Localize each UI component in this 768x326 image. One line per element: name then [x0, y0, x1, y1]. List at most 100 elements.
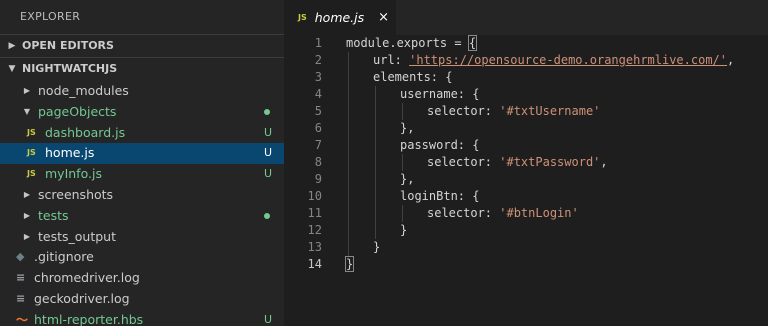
tree-item-screenshots[interactable]: ▶ screenshots: [0, 185, 284, 206]
tree-item-pageobjects[interactable]: ▼ pageObjects: [0, 102, 284, 123]
code-token: selector:: [427, 104, 500, 118]
line-number: 2: [314, 53, 322, 67]
code-token: selector:: [427, 206, 500, 220]
code-line: 14 }: [284, 256, 768, 273]
tree-item-label: .gitignore: [34, 249, 94, 265]
git-status-badge: U: [263, 125, 272, 139]
code-text: selector: '#btnLogin': [346, 205, 579, 222]
modified-dot-icon: [264, 212, 270, 219]
tree-item-tests[interactable]: ▶ tests: [0, 206, 284, 227]
code-line: 3 elements: {: [284, 69, 768, 86]
project-section[interactable]: ▼ NIGHTWATCHJS: [0, 57, 284, 80]
open-editors-section[interactable]: ▶ OPEN EDITORS: [0, 34, 284, 57]
code-token: selector:: [427, 155, 500, 169]
chevron-right-icon: ▶: [23, 210, 31, 220]
code-text: password: {: [346, 137, 479, 154]
code-text: elements: {: [346, 69, 452, 86]
tab-bar: JS home.js ×: [284, 0, 768, 35]
line-number: 14: [307, 257, 322, 271]
line-number: 6: [314, 121, 322, 135]
line-number: 3: [314, 70, 322, 84]
chevron-down-icon: ▼: [8, 64, 16, 74]
line-number: 11: [307, 206, 322, 220]
tree-item-chromedriver-log[interactable]: ≡ chromedriver.log: [0, 268, 284, 289]
code-token: username: {: [400, 87, 480, 101]
code-line: 7 password: {: [284, 137, 768, 154]
tree-item-label: tests_output: [38, 228, 116, 244]
code-token: password: {: [400, 138, 480, 152]
code-token: ,: [600, 155, 608, 169]
chevron-right-icon: ▶: [23, 86, 31, 95]
js-file-icon: JS: [27, 148, 36, 158]
tree-item-label: dashboard.js: [45, 124, 126, 140]
code-line: 10 loginBtn: {: [284, 188, 768, 205]
tree-item-label: geckodriver.log: [34, 290, 130, 306]
tab-home-js[interactable]: JS home.js ×: [284, 0, 396, 35]
code-token: url:: [373, 53, 410, 67]
open-editors-label: OPEN EDITORS: [22, 39, 114, 52]
line-number: 8: [314, 155, 322, 169]
code-token: }: [373, 240, 381, 254]
project-label: NIGHTWATCHJS: [22, 62, 118, 75]
tree-item-gitignore[interactable]: ◆ .gitignore: [0, 247, 284, 268]
code-link[interactable]: 'https://opensource-demo.orangehrmlive.c…: [409, 53, 727, 67]
js-file-icon: JS: [27, 169, 36, 179]
git-status-badge: U: [263, 312, 272, 326]
code-text: username: {: [346, 86, 479, 103]
code-token: elements: {: [373, 70, 453, 84]
code-text: },: [346, 171, 414, 188]
modified-dot-icon: [264, 108, 270, 115]
line-number: 12: [307, 223, 322, 237]
line-number: 13: [307, 240, 322, 254]
code-token: {: [467, 35, 478, 51]
code-text: selector: '#txtUsername': [346, 103, 600, 120]
chevron-right-icon: ▶: [8, 41, 16, 51]
code-line: 13 }: [284, 239, 768, 256]
code-line: 5 selector: '#txtUsername': [284, 103, 768, 120]
code-string: '#txtPassword': [499, 155, 601, 169]
line-number: 7: [314, 138, 322, 152]
code-token: ,: [727, 53, 735, 67]
tree-item-dashboard-js[interactable]: JS dashboard.js U: [0, 123, 284, 144]
tab-label: home.js: [314, 10, 365, 25]
tree-item-tests-output[interactable]: ▶ tests_output: [0, 227, 284, 248]
tree-item-home-js[interactable]: JS home.js U: [0, 143, 284, 165]
explorer-sidebar: EXPLORER ▶ OPEN EDITORS ▼ NIGHTWATCHJS ▶…: [0, 0, 284, 326]
code-text: }: [346, 222, 407, 239]
close-icon[interactable]: ×: [378, 10, 389, 25]
code-line: 1 module.exports = {: [284, 35, 768, 52]
code-text: selector: '#txtPassword',: [346, 154, 608, 171]
code-line: 6 },: [284, 120, 768, 137]
js-file-icon: JS: [298, 13, 307, 22]
code-text: }: [344, 256, 355, 273]
tree-item-label: html-reporter.hbs: [34, 311, 144, 326]
code-token: loginBtn: {: [400, 189, 480, 203]
code-text: url: 'https://opensource-demo.orangehrml…: [346, 52, 734, 69]
tree-item-label: pageObjects: [38, 103, 117, 119]
code-text: },: [346, 120, 414, 137]
git-status-badge: U: [263, 146, 272, 160]
chevron-right-icon: ▶: [23, 189, 31, 199]
handlebars-file-icon: 〜: [16, 312, 29, 326]
code-line: 2 url: 'https://opensource-demo.orangehr…: [284, 52, 768, 69]
code-line: 11 selector: '#btnLogin': [284, 205, 768, 222]
code-text: loginBtn: {: [346, 188, 479, 205]
code-string: '#btnLogin': [499, 206, 579, 220]
line-number: 10: [307, 189, 322, 203]
log-file-icon: ≡: [16, 291, 26, 305]
code-line: 4 username: {: [284, 86, 768, 103]
log-file-icon: ≡: [16, 271, 26, 285]
tree-item-label: screenshots: [38, 186, 114, 202]
tree-item-label: home.js: [45, 145, 95, 161]
tree-item-geckodriver-log[interactable]: ≡ geckodriver.log: [0, 289, 284, 310]
tree-item-label: myInfo.js: [45, 166, 102, 182]
code-editor[interactable]: 1 module.exports = { 2 url: 'https://ope…: [284, 35, 768, 273]
code-token: },: [400, 121, 415, 135]
tree-item-myinfo-js[interactable]: JS myInfo.js U: [0, 164, 284, 185]
vscode-window: EXPLORER ▶ OPEN EDITORS ▼ NIGHTWATCHJS ▶…: [0, 0, 768, 326]
chevron-right-icon: ▶: [23, 231, 31, 241]
tree-item-node-modules[interactable]: ▶ node_modules: [0, 81, 284, 102]
git-status-badge: U: [263, 167, 272, 181]
code-text: }: [346, 239, 380, 256]
tree-item-html-reporter-hbs[interactable]: 〜 html-reporter.hbs U: [0, 310, 284, 326]
